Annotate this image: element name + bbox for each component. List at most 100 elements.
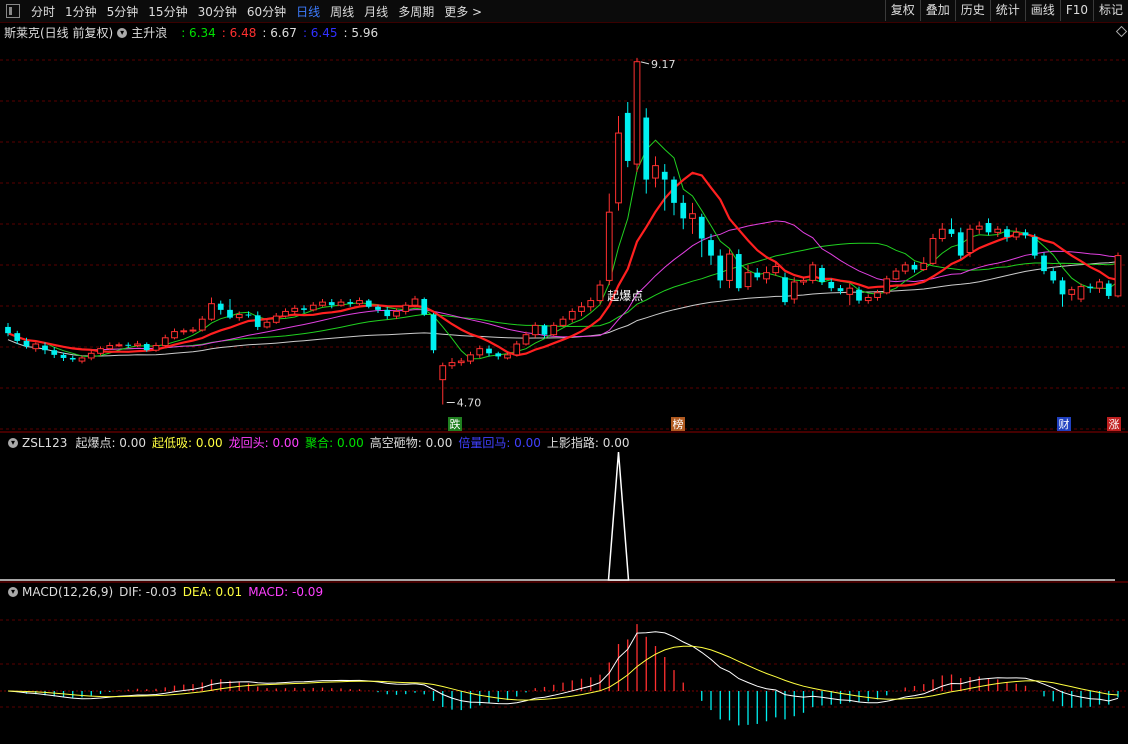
candle-body	[457, 360, 465, 364]
candle-body	[134, 343, 141, 347]
candle-body	[347, 302, 354, 304]
candle-body	[439, 365, 447, 381]
candle-body	[198, 318, 206, 331]
candle-body	[421, 299, 428, 315]
candle-body	[671, 179, 677, 203]
candle-body	[994, 228, 1002, 233]
candle-body	[1077, 286, 1085, 300]
zsl-item-2: 龙回头: 0.00	[228, 436, 300, 450]
candle-body	[1041, 255, 1047, 272]
candle-body	[393, 310, 400, 317]
candle-body	[467, 354, 474, 362]
candle-body	[643, 117, 650, 180]
candle-body	[384, 309, 391, 317]
candle-body	[402, 304, 410, 312]
candle-body	[14, 333, 21, 341]
candle-body	[125, 344, 132, 346]
candle-body	[708, 240, 714, 256]
candle-body	[883, 278, 891, 294]
candle-body	[161, 337, 169, 347]
candle-body	[356, 300, 363, 305]
candle-body	[717, 255, 724, 281]
candle-body	[864, 296, 872, 302]
macd-dif: DIF: -0.03	[119, 585, 177, 599]
stock-chart[interactable]: 9.17 4.70 起爆点跌 榜 财 涨	[0, 0, 1128, 744]
zsl-item-6: 上影指路: 0.00	[546, 436, 630, 450]
candle-body	[596, 284, 604, 302]
candle-body	[235, 314, 243, 319]
candle-body	[411, 298, 419, 306]
candle-body	[726, 253, 733, 281]
zsl-values: 起爆点: 0.00 起低吸: 0.00 龙回头: 0.00 聚合: 0.00 高空砸物:…	[75, 434, 635, 451]
candle-body	[531, 324, 539, 336]
low-label: 4.70	[457, 396, 482, 409]
stock-name: 斯莱克(日线 前复权)	[4, 26, 114, 40]
candle-body	[680, 202, 687, 219]
main-panel-header: 斯莱克(日线 前复权) ▾ 主升浪 : 6.34: 6.48: 6.67: 6.…	[4, 24, 384, 41]
candle-body	[800, 279, 807, 283]
macd-value: MACD: -0.09	[248, 585, 324, 599]
zsl-spike	[607, 451, 630, 581]
candle-body	[180, 330, 188, 333]
candle-body	[856, 289, 862, 301]
candle-body	[152, 345, 160, 351]
zsl-dropdown-icon[interactable]: ▾	[8, 437, 18, 448]
macd-dea: DEA: 0.01	[182, 585, 243, 599]
candle-body	[1114, 255, 1122, 297]
candle-body	[1012, 231, 1020, 238]
candle-body	[966, 228, 974, 253]
candle-body	[763, 272, 770, 280]
candle-body	[1068, 289, 1076, 295]
indicator-dropdown-icon[interactable]: ▾	[117, 27, 128, 38]
zsl-item-1: 起低吸: 0.00	[152, 436, 223, 450]
candle-body	[291, 307, 299, 312]
candle-body	[735, 254, 742, 289]
badge-text-2: 财	[1059, 417, 1070, 431]
high-label: 9.17	[651, 58, 676, 71]
candle-body	[929, 238, 937, 264]
badge-text-0: 跌	[450, 417, 461, 431]
candle-body	[495, 353, 502, 357]
ma-value-0: : 6.34	[181, 25, 216, 40]
ma-values: : 6.34: 6.48: 6.67: 6.45: 5.96	[181, 26, 384, 40]
candle-body	[115, 344, 123, 347]
candle-body	[754, 272, 761, 278]
macd-dropdown-icon[interactable]: ▾	[8, 587, 18, 597]
macd-name[interactable]: MACD(12,26,9)	[22, 585, 113, 599]
candle-body	[948, 229, 955, 234]
candle-body	[375, 306, 381, 310]
candle-body	[106, 345, 114, 350]
candle-body	[448, 362, 456, 367]
candle-body	[60, 354, 67, 358]
candle-body	[42, 345, 48, 351]
candle-body	[1022, 232, 1029, 236]
candle-body	[550, 324, 558, 336]
candle-body	[5, 326, 11, 334]
zsl-name[interactable]: ZSL123	[22, 436, 67, 450]
ma-value-4: : 5.96	[343, 25, 379, 40]
candle-body	[938, 228, 946, 240]
candle-body	[578, 306, 585, 312]
candle-body	[772, 265, 780, 274]
candle-body	[911, 264, 918, 270]
candle-body	[661, 171, 668, 180]
candle-body	[568, 310, 576, 320]
indicator-name[interactable]: 主升浪	[131, 24, 167, 41]
dif-line	[7, 631, 1119, 705]
macd-panel-header: ▾ MACD(12,26,9) DIF: -0.03 DEA: 0.01 MAC…	[4, 585, 323, 599]
candle-body	[1059, 280, 1066, 295]
candle-body	[1105, 283, 1112, 296]
badge-text-3: 涨	[1109, 418, 1120, 431]
candle-body	[541, 325, 548, 335]
high-arrow	[640, 61, 650, 65]
candle-body	[189, 329, 197, 332]
candle-body	[920, 262, 928, 271]
corner-diamond-icon	[1115, 25, 1128, 38]
candle-body	[171, 331, 178, 339]
candle-body	[69, 357, 76, 360]
candle-body	[78, 357, 86, 362]
candle-body	[486, 348, 492, 354]
candle-body	[254, 315, 261, 327]
candle-body	[97, 348, 104, 354]
candle-body	[985, 223, 992, 233]
